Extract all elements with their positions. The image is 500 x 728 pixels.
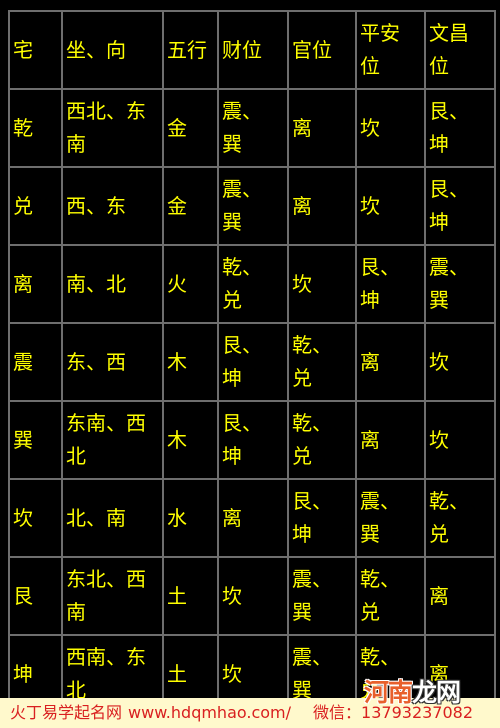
table-cell: 离 [8,244,63,324]
header-cell-study: 文昌位 [424,10,496,90]
header-cell-safety: 平安位 [355,10,426,90]
table-cell: 艮、坤 [424,88,496,168]
table-row: 艮 东北、西南 土 坎 震、巽 乾、兑 离 [8,556,496,636]
header-cell-orientation: 坐、向 [61,10,164,90]
table-cell: 乾、兑 [217,244,289,324]
table-row: 乾 西北、东南 金 震、巽 离 坎 艮、坤 [8,88,496,168]
table-cell: 金 [162,166,219,246]
table-cell: 南、北 [61,244,164,324]
table-cell: 艮、坤 [424,166,496,246]
table-cell: 木 [162,400,219,480]
table-cell: 火 [162,244,219,324]
table-cell: 艮、坤 [355,244,426,324]
table-cell: 东北、西南 [61,556,164,636]
table-cell: 水 [162,478,219,558]
table-cell: 乾、兑 [424,478,496,558]
table-row: 离 南、北 火 乾、兑 坎 艮、坤 震、巽 [8,244,496,324]
header-cell-career: 官位 [287,10,357,90]
table-cell: 东、西 [61,322,164,402]
table-cell: 木 [162,322,219,402]
table-cell: 震、巽 [424,244,496,324]
footer-site-name: 火丁易学起名网 [10,703,123,722]
table-cell: 艮 [8,556,63,636]
table-cell: 坎 [8,478,63,558]
table-cell: 乾、兑 [287,400,357,480]
house-direction-table: 宅 坐、向 五行 财位 官位 平安位 文昌位 乾 西北、东南 金 震、巽 离 坎… [8,10,496,714]
table-cell: 离 [355,400,426,480]
watermark-logo: 河南龙网 [364,678,461,708]
table-cell: 离 [287,166,357,246]
header-cell-house: 宅 [8,10,63,90]
table-cell: 金 [162,88,219,168]
table-cell: 坎 [217,556,289,636]
table-row: 巽 东南、西北 木 艮、坤 乾、兑 离 坎 [8,400,496,480]
table-row: 坎 北、南 水 离 艮、坤 震、巽 乾、兑 [8,478,496,558]
table-cell: 离 [287,88,357,168]
footer-wechat-label: 微信： [313,703,362,722]
table-cell: 土 [162,556,219,636]
table-cell: 艮、坤 [217,322,289,402]
table-cell: 离 [355,322,426,402]
watermark-part2: 龙网 [412,678,461,707]
table-cell: 北、南 [61,478,164,558]
table-cell: 西、东 [61,166,164,246]
header-cell-element: 五行 [162,10,219,90]
table-cell: 震、巽 [287,556,357,636]
table-cell: 乾、兑 [287,322,357,402]
table-cell: 离 [217,478,289,558]
table-cell: 东南、西北 [61,400,164,480]
header-cell-wealth: 财位 [217,10,289,90]
table-cell: 坎 [287,244,357,324]
table-row: 兑 西、东 金 震、巽 离 坎 艮、坤 [8,166,496,246]
table-cell: 兑 [8,166,63,246]
table-cell: 震、巽 [217,166,289,246]
table-cell: 震、巽 [355,478,426,558]
table-cell: 艮、坤 [217,400,289,480]
table-cell: 坎 [355,166,426,246]
table-cell: 震、巽 [217,88,289,168]
content-area: 宅 坐、向 五行 财位 官位 平安位 文昌位 乾 西北、东南 金 震、巽 离 坎… [0,0,500,714]
table-cell: 乾、兑 [355,556,426,636]
table-cell: 离 [424,556,496,636]
table-header-row: 宅 坐、向 五行 财位 官位 平安位 文昌位 [8,10,496,90]
table-cell: 坎 [355,88,426,168]
table-row: 震 东、西 木 艮、坤 乾、兑 离 坎 [8,322,496,402]
table-cell: 坎 [424,400,496,480]
table-cell: 震 [8,322,63,402]
table-cell: 巽 [8,400,63,480]
table-cell: 艮、坤 [287,478,357,558]
watermark-part1: 河南 [364,678,413,707]
table-cell: 乾 [8,88,63,168]
footer-url-link[interactable]: www.hdqmhao.com/ [128,703,291,722]
table-cell: 西北、东南 [61,88,164,168]
table-cell: 坎 [424,322,496,402]
